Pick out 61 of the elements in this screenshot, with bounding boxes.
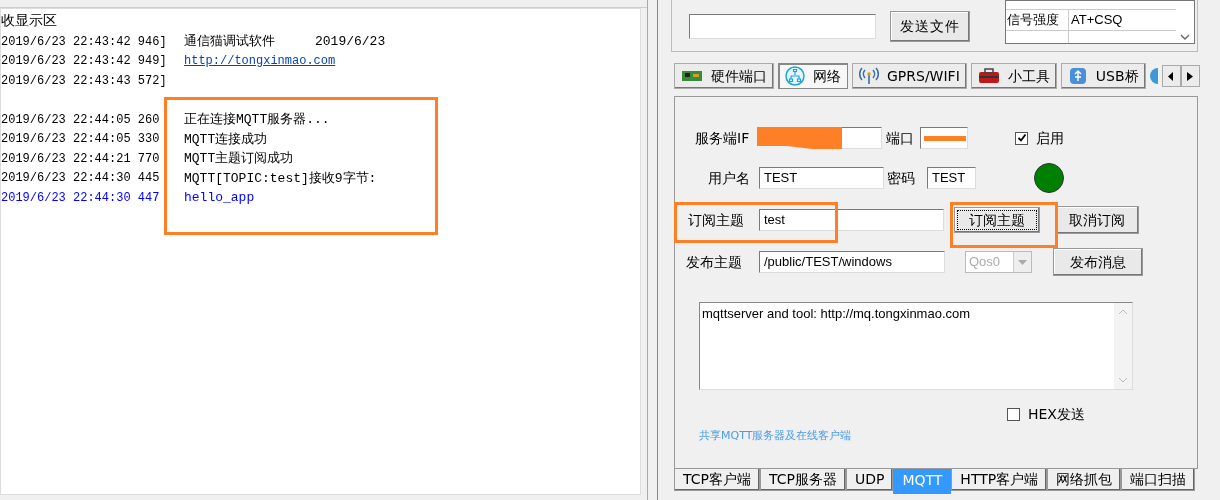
network-icon xyxy=(785,66,805,86)
log-timestamp: 2019/6/23 22:43:43 572] xyxy=(1,72,168,90)
log-message: MQTT主题订阅成功 xyxy=(184,150,294,168)
checkbox[interactable] xyxy=(1007,408,1020,421)
log-message: 正在连接MQTT服务器... xyxy=(184,111,330,129)
right-arrow-icon xyxy=(1187,71,1194,81)
field-label: 密码 xyxy=(887,168,916,188)
tab[interactable]: 网络 xyxy=(778,63,848,89)
tab[interactable]: 端口扫描 xyxy=(1121,467,1196,491)
field-label: 用户名 xyxy=(708,168,751,188)
subscribe-button[interactable]: 订阅主题 xyxy=(954,207,1040,233)
scroll-left-button[interactable] xyxy=(1161,65,1181,87)
username-field[interactable]: TEST xyxy=(759,167,884,189)
tab[interactable]: HTTP客户端 xyxy=(951,467,1048,491)
log-message: MQTT连接成功 xyxy=(184,130,268,149)
field-label: 服务端IF xyxy=(695,128,751,148)
tab[interactable]: TCP客户端 xyxy=(674,467,760,491)
log-link[interactable]: http://tongxinmao.com xyxy=(184,52,336,71)
publish-topic-field[interactable]: /public/TEST/windows xyxy=(759,251,945,273)
checkbox-label: HEX发送 xyxy=(1028,405,1085,424)
status-light-icon xyxy=(1034,163,1064,193)
tab[interactable]: TCP服务器 xyxy=(759,467,846,491)
checkbox[interactable] xyxy=(1015,131,1028,145)
antenna-icon xyxy=(859,67,879,85)
subscribe-topic-field[interactable]: test xyxy=(759,209,944,231)
server-ip-field[interactable] xyxy=(842,127,882,149)
toolbox-icon xyxy=(977,68,1000,84)
log-timestamp: 2019/6/23 22:43:42 949] xyxy=(1,53,168,71)
log-message: 通信猫调试软件 xyxy=(184,33,275,51)
field-label: 发布主题 xyxy=(686,252,743,272)
unsubscribe-button[interactable]: 取消订阅 xyxy=(1055,206,1139,234)
log-timestamp: 2019/6/23 22:44:21 770 xyxy=(1,150,161,168)
log-message: MQTT[TOPIC:test]接收9字节: xyxy=(184,169,377,188)
log-timestamp: 2019/6/23 22:44:30 447 xyxy=(1,189,161,207)
password-field[interactable]: TEST xyxy=(927,167,976,189)
field-label: 订阅主题 xyxy=(688,210,745,230)
log-timestamp: 2019/6/23 22:44:05 260 xyxy=(1,111,161,129)
tab[interactable]: 小工具 xyxy=(970,63,1057,89)
log-timestamp: 2019/6/23 22:44:30 445 xyxy=(1,170,161,188)
tab[interactable]: GPRS/WIFI xyxy=(852,63,967,89)
checkbox-label: 启用 xyxy=(1036,128,1064,148)
tab[interactable]: 硬件端口 xyxy=(674,63,774,89)
log-message: 2019/6/23 xyxy=(315,33,386,51)
log-message: hello_app xyxy=(184,189,255,207)
field-label: 端口 xyxy=(886,128,915,148)
log-timestamp: 2019/6/23 22:44:05 330 xyxy=(1,131,161,149)
file-path-field[interactable] xyxy=(689,14,876,39)
send-file-button[interactable]: 发送文件 xyxy=(890,11,970,42)
table-cell: 信号强度 xyxy=(1006,9,1069,31)
table-cell-text: AT+CSQ xyxy=(1070,10,1124,29)
scroll-down-icon[interactable] xyxy=(1180,34,1190,41)
tab[interactable]: 网络抓包 xyxy=(1047,467,1122,491)
usb-drive-icon xyxy=(1067,66,1088,86)
tab[interactable]: USB桥 xyxy=(1060,63,1146,89)
redaction-mark xyxy=(924,135,966,142)
publish-button[interactable]: 发布消息 xyxy=(1053,248,1143,276)
log-timestamp: 2019/6/23 22:43:42 946] xyxy=(1,33,168,51)
log-title: 收显示区 xyxy=(1,11,57,29)
circuit-board-icon xyxy=(681,69,703,83)
left-arrow-icon xyxy=(1168,71,1175,81)
dropdown-caret-icon xyxy=(1018,259,1027,265)
